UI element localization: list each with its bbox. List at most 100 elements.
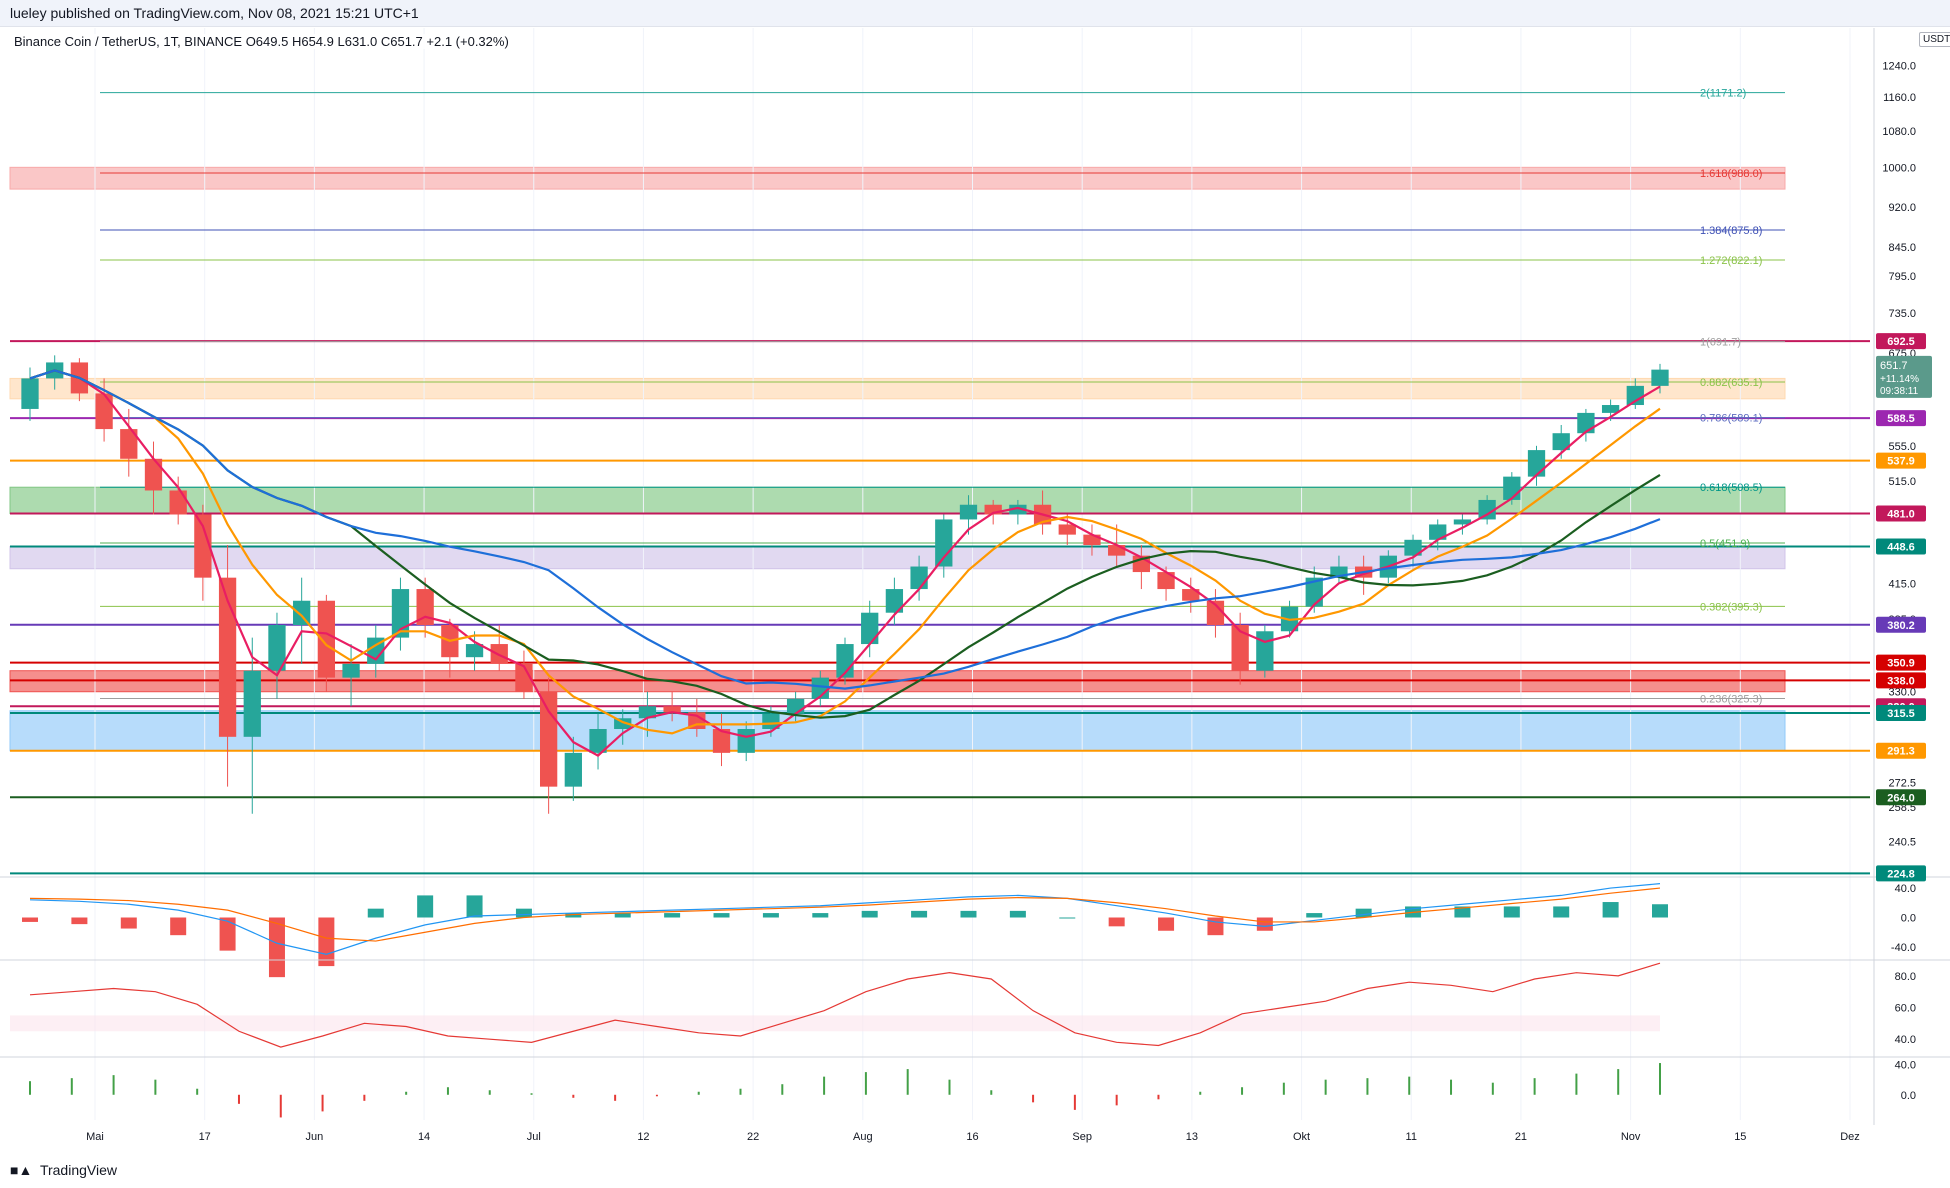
time-label: Mai <box>86 1131 104 1143</box>
level-label: 481.0 <box>1887 509 1915 521</box>
macd-hist-bar <box>911 910 928 918</box>
macd-hist-bar <box>1652 904 1668 918</box>
macd-pane-tick: -40.0 <box>1891 942 1916 954</box>
published-line: lueley published on TradingView.com, Nov… <box>10 5 419 21</box>
candle-body <box>169 490 187 515</box>
macd-hist-bar <box>812 913 829 918</box>
macd-hist-bar <box>219 917 236 951</box>
fib-label: 0.786(589.1) <box>1700 413 1762 425</box>
fib-label: 0.382(395.3) <box>1700 601 1762 613</box>
resistance-zone <box>9 377 1786 400</box>
price-tick: 1080.0 <box>1882 126 1916 138</box>
fib-label: 0.5(451.9) <box>1700 538 1750 550</box>
fib-label: 0.618(508.5) <box>1700 482 1762 494</box>
time-label: 13 <box>1186 1131 1198 1143</box>
grid-layer <box>94 28 1851 1120</box>
rsi-pane-tick: 60.0 <box>1895 1003 1916 1015</box>
macd-hist-bar <box>713 913 730 918</box>
candle-body <box>1651 369 1669 386</box>
macd-hist-bar <box>417 895 434 918</box>
price-tick: 845.0 <box>1888 242 1916 254</box>
macd-hist-bar <box>861 910 878 918</box>
candle-body <box>1577 412 1595 434</box>
candle-body <box>1058 524 1076 535</box>
macd-hist-bar <box>960 910 977 918</box>
macd-hist-bar <box>1256 917 1273 931</box>
time-label: Jun <box>306 1131 324 1143</box>
candle-body <box>1256 631 1274 671</box>
candle-body <box>737 728 755 753</box>
candle-body <box>21 378 39 409</box>
time-label: 16 <box>966 1131 978 1143</box>
price-tick: 735.0 <box>1888 308 1916 320</box>
macd-hist-bar <box>1108 917 1125 927</box>
price-tick: 330.0 <box>1888 687 1916 699</box>
macd-hist-bar <box>1207 917 1224 936</box>
rsi-pane-tick: 80.0 <box>1895 971 1916 983</box>
macd-hist-bar <box>664 913 681 918</box>
time-label: 11 <box>1406 1131 1417 1143</box>
fib-label: 0.236(325.3) <box>1700 694 1762 706</box>
level-label: 224.8 <box>1887 868 1915 880</box>
macd-hist-bar <box>71 917 88 925</box>
price-tick: 515.0 <box>1888 476 1916 488</box>
current-change: +11.14% <box>1880 374 1919 385</box>
candle-body <box>959 504 978 520</box>
current-price: 651.7 <box>1880 360 1908 372</box>
price-labels: 692.5 588.5 537.9 481.0 448.6 380.2 350.9 338.0… <box>1876 333 1932 882</box>
macd-hist-bar <box>1553 906 1570 918</box>
tradingview-logo-icon: ■▲ <box>10 1162 33 1178</box>
time-label: 21 <box>1515 1131 1527 1143</box>
brand-label: TradingView <box>39 1162 117 1178</box>
footer-brand[interactable]: ■▲ TradingView <box>10 1162 117 1178</box>
currency-badge[interactable]: USDT <box>1919 32 1950 47</box>
macd-hist-bar <box>1158 917 1175 931</box>
macd-hist-bar <box>120 917 137 929</box>
macd-pane-tick: 0.0 <box>1901 913 1916 925</box>
candle-body <box>1527 450 1546 477</box>
candle-body <box>935 519 953 567</box>
level-label: 692.5 <box>1887 336 1915 348</box>
price-tick: 272.5 <box>1888 777 1916 789</box>
time-label: 22 <box>747 1131 759 1143</box>
time-label: Dez <box>1840 1131 1860 1143</box>
candle-body <box>861 612 879 645</box>
price-tick: 415.0 <box>1888 578 1916 590</box>
blue-support-zone <box>9 710 1786 752</box>
price-tick: 1160.0 <box>1883 92 1916 104</box>
time-label: 17 <box>199 1131 211 1143</box>
chart-canvas[interactable]: 2(1171.2) 1.618(988.0) 1.384(875.8) 1.272(8… <box>0 0 1950 1188</box>
momentum-pane-tick: 40.0 <box>1895 1060 1916 1072</box>
current-countdown: 09:38:11 <box>1880 386 1919 397</box>
publish-bar: lueley published on TradingView.com, Nov… <box>0 0 1950 27</box>
candle-body <box>1503 476 1521 500</box>
level-label: 315.5 <box>1887 708 1915 720</box>
candle-body <box>95 393 113 430</box>
time-label: Jul <box>527 1131 541 1143</box>
candle-body <box>342 663 360 678</box>
price-tick: 240.5 <box>1888 836 1916 848</box>
macd-hist-bar <box>1059 917 1076 919</box>
level-label: 588.5 <box>1887 413 1915 425</box>
time-label: 14 <box>418 1131 430 1143</box>
level-label: 380.2 <box>1887 620 1915 632</box>
candle-body <box>144 458 163 491</box>
rsi-band <box>10 1015 1660 1032</box>
time-label: Sep <box>1072 1131 1092 1143</box>
macd-hist-bar <box>1602 902 1619 918</box>
time-label: 15 <box>1734 1131 1746 1143</box>
macd-hist-bar <box>367 908 384 918</box>
macd-hist-bar <box>1355 908 1372 918</box>
time-axis[interactable]: Mai 17 Jun 14 Jul 12 22 Aug 16 Sep 13 Okt 11 21 Nov 15 D… <box>86 1131 1860 1143</box>
macd-hist-bar <box>466 895 483 918</box>
price-tick: 1240.0 <box>1882 61 1916 73</box>
symbol-legend[interactable]: Binance Coin / TetherUS, 1T, BINANCE O64… <box>14 34 509 49</box>
fib-extension-zone <box>9 166 1786 190</box>
time-label: 12 <box>637 1131 649 1143</box>
macd-hist-bar <box>762 913 779 918</box>
momentum-pane-tick: 0.0 <box>1901 1090 1916 1102</box>
fib-label: 1(691.7) <box>1700 337 1741 349</box>
macd-hist-bar <box>268 917 285 978</box>
rsi-pane-tick: 40.0 <box>1895 1034 1916 1046</box>
candle-body <box>564 752 582 787</box>
